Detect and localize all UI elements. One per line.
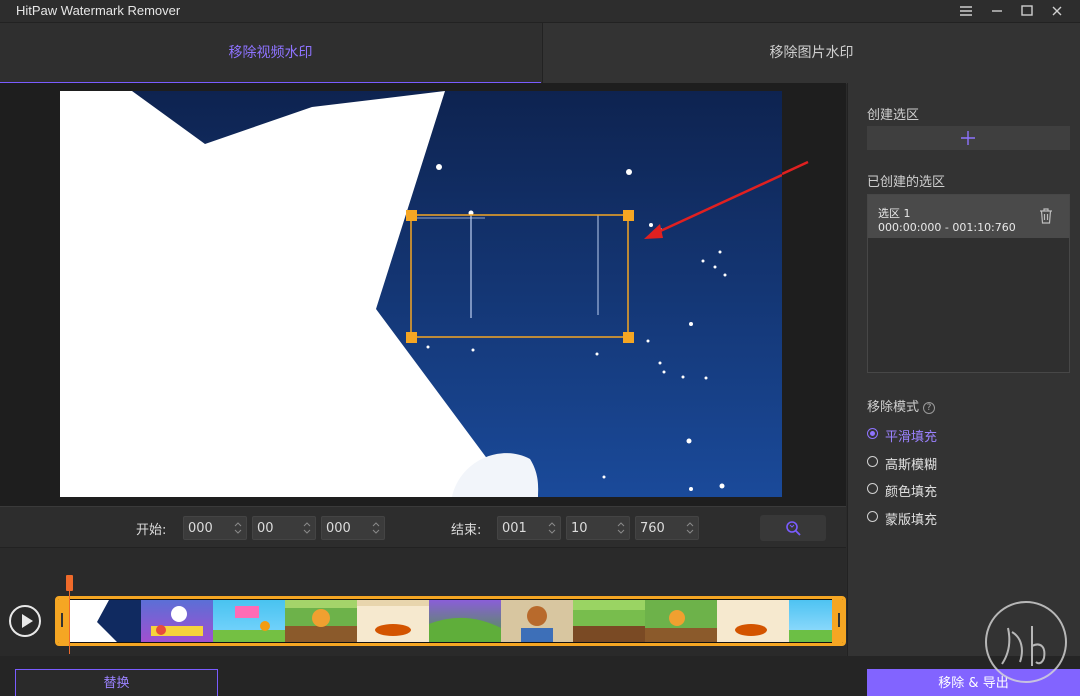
end-millis-input[interactable] [636,517,684,539]
radio-selected-icon[interactable] [867,428,878,439]
magnify-preview-icon [786,521,801,536]
end-minutes-field[interactable] [497,516,561,540]
trim-handle-left[interactable] [58,599,69,643]
menu-icon[interactable] [957,2,975,20]
end-label: 结束: [451,523,482,538]
title-bar: HitPaw Watermark Remover [0,0,1080,22]
timeline [0,548,846,656]
selection-time-range: 000:00:000 - 001:10:760 [878,221,1016,234]
spin-arrows-icon[interactable] [548,521,556,535]
radio-icon[interactable] [867,456,878,467]
trim-handle-right[interactable] [832,599,843,643]
selection-item[interactable]: 选区 1 000:00:000 - 001:10:760 [868,195,1069,238]
replace-button[interactable]: 替换 [15,669,218,696]
video-frame[interactable] [60,91,782,497]
start-seconds-field[interactable] [252,516,316,540]
spin-arrows-icon[interactable] [686,521,694,535]
created-selections-label: 已创建的选区 [867,175,946,190]
frame-thumbnail [429,600,501,642]
start-seconds-input[interactable] [253,517,301,539]
trash-icon[interactable] [1039,208,1053,224]
frame-thumbnail [645,600,717,642]
frame-thumbnail [501,600,573,642]
frame-thumbnail [213,600,285,642]
frame-thumbnail [357,600,429,642]
end-millis-field[interactable] [635,516,699,540]
tab-remove-image-watermark[interactable]: 移除图片水印 [542,23,1080,84]
end-seconds-field[interactable] [566,516,630,540]
mode-label: 颜色填充 [885,485,938,500]
start-minutes-field[interactable] [183,516,247,540]
selection-list: 选区 1 000:00:000 - 001:10:760 [867,194,1070,373]
frame-thumbnail [717,600,789,642]
maximize-icon[interactable] [1018,2,1036,20]
frame-thumbnail [285,600,357,642]
minimize-icon[interactable] [988,2,1006,20]
app-title: HitPaw Watermark Remover [16,3,181,18]
frame-thumbnails [69,600,843,642]
mode-tabs: 移除视频水印 移除图片水印 [0,22,1080,84]
radio-icon[interactable] [867,511,878,522]
app-window: HitPaw Watermark Remover 移除视频水印 移除图片水印 开… [0,0,1080,696]
bottom-bar: 替换 移除 & 导出 [0,656,1080,696]
start-minutes-input[interactable] [184,517,232,539]
create-selection-label: 创建选区 [867,108,920,123]
video-preview-area [0,83,846,506]
playhead-handle[interactable] [66,575,73,591]
frame-thumbnail [573,600,645,642]
frame-thumbnail [69,600,141,642]
logo-watermark-icon [985,601,1067,683]
spin-arrows-icon[interactable] [234,521,242,535]
time-controls: 开始: 结束: [0,506,846,548]
add-selection-button[interactable] [867,126,1070,150]
help-icon[interactable]: ? [923,402,936,414]
start-millis-input[interactable] [322,517,370,539]
mode-label: 高斯模糊 [885,458,938,473]
end-minutes-input[interactable] [498,517,546,539]
radio-icon[interactable] [867,483,878,494]
end-seconds-input[interactable] [567,517,615,539]
mode-label: 蒙版填充 [885,513,938,528]
tab-remove-video-watermark[interactable]: 移除视频水印 [0,23,541,84]
selection-panel: 创建选区 已创建的选区 选区 1 000:00:000 - 001:10:760… [847,83,1080,656]
playhead-line [69,590,70,654]
removal-mode-label: 移除模式 [867,400,920,415]
spin-arrows-icon[interactable] [372,521,380,535]
timeline-strip[interactable] [55,596,846,646]
selection-name: 选区 1 [878,207,911,220]
mode-label: 平滑填充 [885,430,938,445]
close-icon[interactable] [1048,2,1066,20]
preview-removal-button[interactable] [760,515,826,541]
frame-thumbnail [141,600,213,642]
removal-mode-heading: 移除模式? [867,396,936,415]
plus-icon [961,131,975,145]
start-millis-field[interactable] [321,516,385,540]
spin-arrows-icon[interactable] [617,521,625,535]
video-frame-graphic [60,91,782,497]
play-button[interactable] [9,605,41,637]
spin-arrows-icon[interactable] [303,521,311,535]
start-label: 开始: [136,523,167,538]
arrow-tail [782,160,809,176]
